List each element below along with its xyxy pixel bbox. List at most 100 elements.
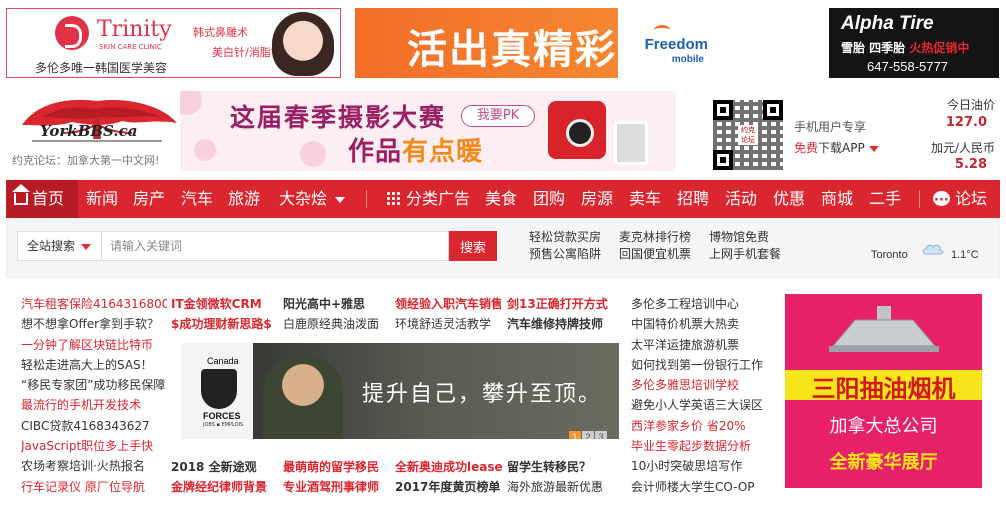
oil-price-value: 127.0 <box>945 115 987 130</box>
quick-link[interactable]: 上网手机套餐 <box>709 246 781 263</box>
freedom-mobile-ad-banner[interactable]: 活出真精彩 Freedom mobile <box>355 8 718 78</box>
right-ad-subtitle: 加拿大总公司 <box>829 416 938 437</box>
search-button[interactable]: 搜索 <box>449 231 497 261</box>
list-item[interactable]: 太平洋运捷旅游机票 <box>631 335 781 355</box>
nav-sell-car[interactable]: 卖车 <box>629 180 661 218</box>
list-item[interactable]: IT金领微软CRM <box>171 294 289 314</box>
quick-link[interactable]: 麦克林排行榜 <box>619 229 691 246</box>
alpha-tire-ad-banner[interactable]: Alpha Tire 雪胎 四季胎 火热促销中 647-558-5777 <box>829 8 999 78</box>
list-item[interactable]: 多伦多工程培训中心 <box>631 294 781 314</box>
list-item[interactable]: JavaScript职位多上手快 <box>21 436 167 456</box>
carousel-page[interactable]: 2 <box>582 431 594 439</box>
list-item[interactable]: 行车记录仪 原厂位导航 <box>21 477 167 497</box>
nav-deals[interactable]: 优惠 <box>773 180 805 218</box>
quick-link[interactable]: 回国便宜机票 <box>619 246 691 263</box>
promo-headline: 这届春季摄影大赛 <box>230 103 447 132</box>
promo-pk-button[interactable]: 我要PK <box>461 105 535 127</box>
site-logo-text[interactable]: YorkBBS.ca <box>40 122 137 140</box>
list-item[interactable]: 西洋参家乡价 省20% <box>631 416 781 436</box>
nav-listings[interactable]: 房源 <box>581 180 613 218</box>
list-item[interactable]: 毕业生零起步数据分析 <box>631 436 781 456</box>
mid-top-col4: 剑13正确打开方式 汽车维修持牌技师 <box>507 294 625 335</box>
freedom-logo-icon <box>654 25 670 35</box>
list-item[interactable]: 会计师楼大学生CO-OP <box>631 477 781 497</box>
nav-groupon[interactable]: 团购 <box>533 180 565 218</box>
search-scope-dropdown[interactable]: 全站搜索 <box>17 231 101 261</box>
nav-real-estate[interactable]: 房产 <box>133 180 165 218</box>
quick-link[interactable]: 博物馆免费 <box>709 229 781 246</box>
home-icon <box>12 184 30 205</box>
list-item[interactable]: 最萌萌的留学移民 <box>283 457 401 477</box>
list-item[interactable]: “移民专家团”成功移民保障 <box>21 375 167 395</box>
nav-auto[interactable]: 汽车 <box>181 180 213 218</box>
main-nav: 首页 新闻 房产 汽车 旅游 大杂烩 分类广告 美食 团购 房源 卖车 招聘 活… <box>6 180 1000 220</box>
list-item[interactable]: 环境舒适灵活教学 <box>395 314 501 334</box>
quick-link[interactable]: 轻松贷款买房 <box>529 229 601 246</box>
list-item[interactable]: 多伦多雅思培训学校 <box>631 375 781 395</box>
list-item[interactable]: 避免小人学英语三大误区 <box>631 395 781 415</box>
mid-top-col2: 阳光高中+雅思 白鹿原经典油泼面 <box>283 294 401 335</box>
chat-bubble-icon <box>933 182 950 220</box>
nav-mall[interactable]: 商城 <box>821 180 853 218</box>
list-item[interactable]: 领经验入职汽车销售 <box>395 294 501 314</box>
hero-carousel[interactable]: Canada FORCES JOBS ▪ EMPLOIS 提升自己，攀升至顶。 … <box>181 343 619 439</box>
nav-classifieds[interactable]: 分类广告 <box>386 180 470 218</box>
nav-home[interactable]: 首页 <box>6 180 78 218</box>
nav-forum[interactable]: 论坛 <box>933 180 987 220</box>
list-item[interactable]: 一分钟了解区块链比特币 <box>21 335 167 355</box>
app-qr-code[interactable]: 约克 论坛 <box>713 100 783 170</box>
list-item[interactable]: 专业酒驾刑事律师 <box>283 477 401 497</box>
trinity-ad-banner[interactable]: Trinity SKIN CARE CLINIC 多伦多唯一韩国医学美容 韩式鼻… <box>6 8 341 78</box>
nav-misc[interactable]: 大杂烩 <box>279 180 346 218</box>
list-item[interactable]: 想不想拿Offer拿到手软？ <box>21 314 167 334</box>
cloud-weather-icon <box>922 244 944 255</box>
list-item[interactable]: 2018 全新途观 <box>171 457 289 477</box>
list-item[interactable]: 汽车租客保险4164316800 <box>21 294 167 314</box>
nav-jobs[interactable]: 招聘 <box>677 180 709 218</box>
photo-contest-banner[interactable]: 这届春季摄影大赛 我要PK 作品有点暖 <box>180 91 676 171</box>
mid-bottom-col2: 最萌萌的留学移民 专业酒驾刑事律师 <box>283 457 401 498</box>
soldier-photo <box>263 353 343 439</box>
right-ad-tag: 全新豪华展厅 <box>829 452 938 473</box>
chevron-down-icon <box>335 196 346 203</box>
download-app-link[interactable]: 免费下载APP <box>794 139 879 156</box>
carousel-page[interactable]: 1 <box>569 431 581 439</box>
list-item[interactable]: $成功理财新思路$ <box>171 314 289 334</box>
nav-food[interactable]: 美食 <box>485 180 517 218</box>
mid-bottom-col4: 留学生转移民？ 海外旅游最新优惠 <box>507 457 625 498</box>
trinity-logo-icon <box>55 16 89 50</box>
list-item[interactable]: 留学生转移民？ <box>507 457 625 477</box>
list-item[interactable]: 轻松走进高大上的SAS！ <box>21 355 167 375</box>
list-item[interactable]: 金牌经纪律师背景 <box>171 477 289 497</box>
list-item[interactable]: CIBC贷款4168343627 <box>21 416 167 436</box>
list-item[interactable]: 阳光高中+雅思 <box>283 294 401 314</box>
carousel-page[interactable]: 3 <box>595 431 607 439</box>
list-item[interactable]: 汽车维修持牌技师 <box>507 314 625 334</box>
list-item[interactable]: 海外旅游最新优惠 <box>507 477 625 497</box>
quick-links-col3: 博物馆免费 上网手机套餐 <box>709 229 781 263</box>
list-item[interactable]: 农场考察培训·火热报名 <box>21 456 167 476</box>
list-item[interactable]: 剑13正确打开方式 <box>507 294 625 314</box>
list-item[interactable]: 最流行的手机开发技术 <box>21 395 167 415</box>
quick-links-col2: 麦克林排行榜 回国便宜机票 <box>619 229 691 263</box>
nav-news[interactable]: 新闻 <box>86 180 118 218</box>
grid-icon <box>386 191 400 205</box>
nav-events[interactable]: 活动 <box>725 180 757 218</box>
list-item[interactable]: 如何找到第一份银行工作 <box>631 355 781 375</box>
mid-bottom-col1: 2018 全新途观 金牌经纪律师背景 <box>171 457 289 498</box>
left-link-list: 汽车租客保险4164316800 想不想拿Offer拿到手软？ 一分钟了解区块链… <box>21 294 167 497</box>
range-hood-ad[interactable]: 三阳抽油烟机 加拿大总公司 全新豪华展厅 <box>785 294 982 488</box>
chevron-down-icon <box>81 243 92 250</box>
list-item[interactable]: 全新奥迪成功lease <box>395 457 513 477</box>
list-item[interactable]: 白鹿原经典油泼面 <box>283 314 401 334</box>
forces-crest-icon <box>201 369 237 409</box>
nav-travel[interactable]: 旅游 <box>228 180 260 218</box>
camera-icon <box>548 101 606 159</box>
freedom-brand: Freedom <box>644 36 708 53</box>
list-item[interactable]: 2017年度黄页榜单 <box>395 477 513 497</box>
nav-secondhand[interactable]: 二手 <box>869 180 901 218</box>
list-item[interactable]: 10小时突破思培写作 <box>631 456 781 476</box>
quick-link[interactable]: 预售公寓陷阱 <box>529 246 601 263</box>
search-input[interactable] <box>101 231 449 261</box>
list-item[interactable]: 中国特价机票大热卖 <box>631 314 781 334</box>
